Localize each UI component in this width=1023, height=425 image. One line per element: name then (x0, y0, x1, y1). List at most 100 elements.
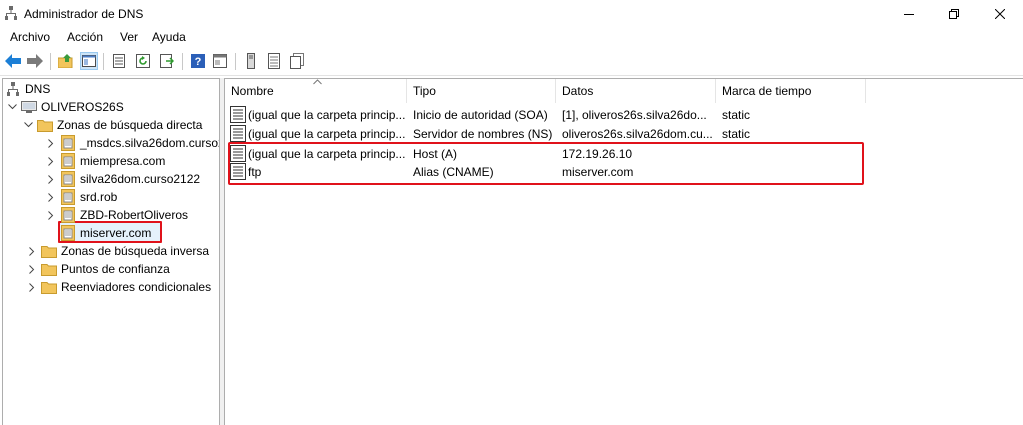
restore-icon (949, 8, 959, 19)
tree-label: DNS (25, 82, 51, 96)
tree-item-server[interactable]: OLIVEROS26S (7, 98, 124, 116)
window-title: Administrador de DNS (24, 7, 144, 21)
records-button[interactable] (265, 52, 283, 70)
tree-item-zone[interactable]: srd.rob (46, 188, 117, 206)
refresh-icon (136, 54, 150, 68)
menu-ayuda[interactable]: Ayuda (152, 30, 186, 44)
server-icon (247, 53, 255, 69)
tree-item-zone[interactable]: silva26dom.curso2122 (46, 170, 200, 188)
table-row[interactable]: (igual que la carpeta princip... Servido… (225, 124, 1023, 143)
tree-item-reverse-zones[interactable]: Zonas de búsqueda inversa (27, 242, 209, 260)
tree-item-forward-zones[interactable]: Zonas de búsqueda directa (23, 116, 202, 134)
refresh-button[interactable] (134, 52, 152, 70)
title-bar: Administrador de DNS (0, 0, 1023, 27)
folder-icon (37, 117, 53, 133)
tree-label: miserver.com (80, 226, 152, 240)
column-header-marca-de-tiempo[interactable]: Marca de tiempo (716, 79, 866, 103)
cell-nombre: (igual que la carpeta princip... (248, 107, 405, 122)
zone-folder-icon (60, 225, 76, 241)
zone-folder-icon (60, 189, 76, 205)
console-icon (213, 54, 227, 68)
chevron-down-icon[interactable] (7, 102, 17, 112)
export-list-button[interactable] (158, 52, 176, 70)
tree-label: miempresa.com (80, 154, 166, 168)
up-one-level-button[interactable] (57, 52, 75, 70)
cell-tipo: Inicio de autoridad (SOA) (413, 107, 548, 122)
svg-text:?: ? (195, 56, 202, 68)
show-hide-tree-button[interactable] (80, 52, 98, 70)
forward-arrow-icon (27, 54, 43, 68)
menu-archivo[interactable]: Archivo (10, 30, 50, 44)
maximize-button[interactable] (931, 0, 977, 27)
chevron-right-icon[interactable] (27, 264, 37, 274)
tree-item-trust-points[interactable]: Puntos de confianza (27, 260, 170, 278)
menu-bar: Archivo Acción Ver Ayuda (0, 27, 1023, 47)
record-icon (230, 125, 246, 142)
copy-button[interactable] (288, 52, 306, 70)
records-list[interactable]: Nombre Tipo Datos Marca de tiempo (igual… (224, 78, 1023, 425)
back-button[interactable] (4, 52, 22, 70)
tree-label: Puntos de confianza (61, 262, 170, 276)
tree-label: Zonas de búsqueda inversa (61, 244, 210, 258)
menu-ver[interactable]: Ver (120, 30, 138, 44)
chevron-right-icon[interactable] (46, 210, 56, 220)
back-arrow-icon (5, 54, 21, 68)
chevron-right-icon[interactable] (46, 138, 56, 148)
zone-folder-icon (60, 135, 76, 151)
toolbar: ? (0, 48, 1023, 76)
help-icon: ? (191, 54, 205, 68)
table-row[interactable]: (igual que la carpeta princip... Inicio … (225, 105, 1023, 124)
cell-marca-de-tiempo: static (722, 126, 751, 141)
record-icon (230, 106, 246, 123)
properties-icon (113, 54, 125, 68)
tree-label: _msdcs.silva26dom.curso2 (80, 136, 220, 150)
menu-accion[interactable]: Acción (67, 30, 103, 44)
chevron-right-icon[interactable] (46, 174, 56, 184)
minimize-icon (904, 13, 914, 15)
cell-nombre: (igual que la carpeta princip... (248, 126, 405, 141)
show-hide-tree-icon (82, 55, 96, 67)
chevron-right-icon[interactable] (27, 282, 37, 292)
console-button[interactable] (211, 52, 229, 70)
records-highlight-box (228, 142, 864, 185)
toolbar-separator (103, 53, 104, 70)
tree-item-dns[interactable]: DNS (5, 80, 50, 98)
folder-icon (41, 279, 57, 295)
tree-item-conditional-forwarders[interactable]: Reenviadores condicionales (27, 278, 211, 296)
tree-item-zone-selected[interactable]: miserver.com (60, 224, 151, 242)
tree-label: silva26dom.curso2122 (80, 172, 201, 186)
column-header-nombre[interactable]: Nombre (225, 79, 407, 103)
dns-icon (5, 81, 21, 97)
server-icon (21, 99, 37, 115)
minimize-button[interactable] (886, 0, 932, 27)
cell-marca-de-tiempo: static (722, 107, 751, 122)
console-tree[interactable]: DNS OLIVEROS26S Zonas de búsqueda direct… (2, 78, 220, 425)
tree-label: srd.rob (80, 190, 118, 204)
tree-label: Reenviadores condicionales (61, 280, 212, 294)
cell-datos: oliveros26s.silva26dom.cu... (562, 126, 712, 141)
folder-icon (41, 243, 57, 259)
chevron-right-icon[interactable] (27, 246, 37, 256)
tree-label: Zonas de búsqueda directa (57, 118, 203, 132)
chevron-down-icon[interactable] (23, 120, 33, 130)
tree-item-zone[interactable]: miempresa.com (46, 152, 165, 170)
close-button[interactable] (977, 0, 1023, 27)
chevron-right-icon[interactable] (46, 192, 56, 202)
server-button[interactable] (242, 52, 260, 70)
chevron-right-icon[interactable] (46, 156, 56, 166)
help-button[interactable]: ? (189, 52, 207, 70)
zone-folder-icon (60, 207, 76, 223)
column-header-datos[interactable]: Datos (556, 79, 716, 103)
list-header: Nombre Tipo Datos Marca de tiempo (225, 79, 1023, 103)
toolbar-separator (182, 53, 183, 70)
tree-label: ZBD-RobertOliveros (80, 208, 189, 222)
up-folder-icon (58, 54, 73, 68)
forward-button[interactable] (26, 52, 44, 70)
properties-button[interactable] (110, 52, 128, 70)
tree-item-zone[interactable]: _msdcs.silva26dom.curso2 (46, 134, 220, 152)
export-list-icon (160, 54, 174, 68)
column-header-tipo[interactable]: Tipo (407, 79, 556, 103)
folder-icon (41, 261, 57, 277)
tree-item-zone[interactable]: ZBD-RobertOliveros (46, 206, 188, 224)
toolbar-separator (50, 53, 51, 70)
